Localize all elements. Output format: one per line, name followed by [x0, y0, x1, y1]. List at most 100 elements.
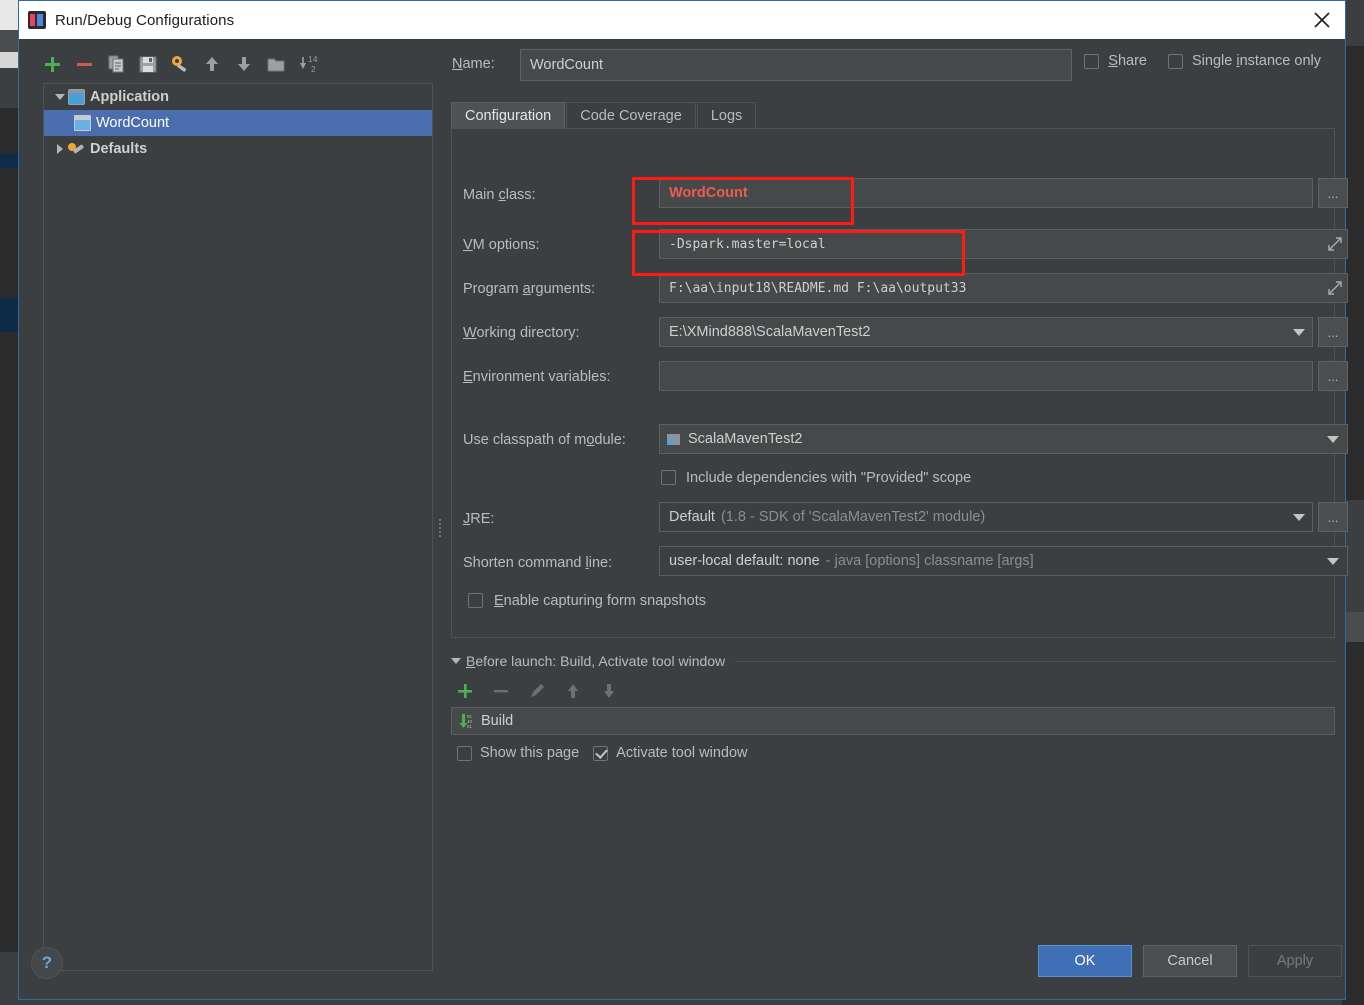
use-classpath-of-module-combo[interactable]: ScalaMavenTest2	[659, 424, 1348, 454]
before-launch-title: Before launch: Build, Activate tool wind…	[466, 653, 726, 669]
plus-icon[interactable]	[41, 53, 63, 75]
configurations-toolbar: 1 4 2	[41, 49, 331, 79]
save-icon[interactable]	[137, 53, 159, 75]
arrow-down-icon[interactable]	[233, 53, 255, 75]
activate-tool-window-label: Activate tool window	[616, 745, 748, 761]
section-divider	[735, 660, 1335, 662]
program-arguments-label: Program arguments:	[463, 281, 596, 297]
name-row: Name: WordCount Share Single instance on…	[449, 49, 1335, 81]
expand-icon[interactable]	[1321, 230, 1349, 258]
jre-value-hint: (1.8 - SDK of 'ScalaMavenTest2' module)	[720, 509, 986, 525]
cancel-button[interactable]: Cancel	[1143, 945, 1237, 977]
minus-icon	[491, 681, 513, 703]
program-arguments-input[interactable]: F:\aa\input18\README.md F:\aa\output33	[659, 273, 1348, 303]
use-classpath-of-module-value: ScalaMavenTest2	[688, 431, 803, 447]
dialog-title: Run/Debug Configurations	[55, 11, 235, 29]
main-class-browse-button[interactable]: ...	[1318, 178, 1348, 208]
tree-node-application[interactable]: Application	[44, 84, 432, 110]
chevron-down-icon[interactable]	[1321, 547, 1345, 575]
show-this-page-checkbox[interactable]	[457, 745, 472, 761]
main-class-label: Main class:	[463, 187, 536, 203]
folder-icon[interactable]	[265, 53, 287, 75]
chevron-down-icon[interactable]	[1321, 425, 1345, 453]
editor-tabs: Configuration Code Coverage Logs	[451, 101, 757, 129]
share-options: Share Single instance only	[1084, 53, 1333, 69]
before-launch-task-list[interactable]: 01 10 01 Build	[451, 707, 1335, 735]
tab-configuration[interactable]: Configuration	[451, 102, 566, 129]
vm-options-label: VM options:	[463, 237, 540, 253]
include-provided-scope-checkbox[interactable]	[661, 470, 676, 485]
before-launch-header[interactable]: Before launch: Build, Activate tool wind…	[451, 651, 1335, 671]
tree-node-label: WordCount	[96, 115, 170, 131]
dialog-footer: ? OK Cancel Apply	[19, 933, 1345, 999]
triangle-down-icon[interactable]	[451, 658, 461, 664]
tab-logs[interactable]: Logs	[696, 102, 757, 129]
working-directory-browse-button[interactable]: ...	[1318, 317, 1348, 347]
configurations-tree[interactable]: Application WordCount Defaults	[43, 83, 433, 971]
close-icon[interactable]	[1299, 1, 1345, 39]
environment-variables-label: Environment variables:	[463, 369, 611, 385]
help-button[interactable]: ?	[31, 947, 63, 979]
triangle-right-icon[interactable]	[52, 141, 68, 157]
svg-text:01: 01	[467, 724, 473, 729]
apply-button: Apply	[1248, 945, 1342, 977]
tab-code-coverage[interactable]: Code Coverage	[566, 102, 696, 129]
sort-az-icon[interactable]: 1 4 2	[297, 53, 319, 75]
intellij-idea-icon	[28, 11, 46, 29]
share-checkbox[interactable]	[1084, 53, 1100, 69]
arrow-up-icon	[563, 681, 585, 703]
environment-variables-input[interactable]	[659, 361, 1313, 391]
jre-label: JRE:	[463, 511, 495, 527]
working-directory-label: Working directory:	[463, 325, 580, 341]
tree-node-defaults[interactable]: Defaults	[44, 136, 432, 162]
tree-node-label: Application	[90, 89, 169, 105]
wrench-icon[interactable]	[169, 53, 191, 75]
enable-form-snapshots-checkbox[interactable]	[468, 593, 483, 608]
triangle-down-icon[interactable]	[52, 89, 68, 105]
single-instance-checkbox[interactable]	[1168, 53, 1183, 69]
include-provided-scope-label: Include dependencies with "Provided" sco…	[686, 470, 972, 486]
show-this-page-label: Show this page	[480, 745, 580, 761]
shorten-command-line-value: user-local default: none	[669, 553, 820, 569]
arrow-down-icon	[599, 681, 621, 703]
dialog-titlebar: Run/Debug Configurations	[19, 1, 1345, 39]
chevron-down-icon[interactable]	[1287, 503, 1311, 531]
environment-variables-browse-button[interactable]: ...	[1318, 361, 1348, 391]
chevron-down-icon[interactable]	[1287, 318, 1311, 346]
plus-icon[interactable]	[455, 681, 477, 703]
before-launch-options: Show this page Activate tool window	[457, 745, 760, 761]
tree-node-wordcount[interactable]: WordCount	[44, 110, 432, 136]
jre-combo[interactable]: Default (1.8 - SDK of 'ScalaMavenTest2' …	[659, 502, 1313, 532]
run-config-icon	[74, 115, 91, 131]
before-launch-toolbar	[455, 679, 621, 705]
minus-icon[interactable]	[73, 53, 95, 75]
configuration-editor-pane: Name: WordCount Share Single instance on…	[443, 39, 1348, 999]
application-icon	[68, 89, 85, 105]
name-input[interactable]: WordCount	[520, 49, 1072, 81]
activate-tool-window-checkbox[interactable]	[593, 745, 609, 761]
arrow-up-icon[interactable]	[201, 53, 223, 75]
vm-options-input[interactable]: -Dspark.master=local	[659, 229, 1348, 259]
build-compile-icon: 01 10 01	[458, 712, 474, 730]
module-icon	[666, 432, 682, 447]
shorten-command-line-combo[interactable]: user-local default: none - java [options…	[659, 546, 1348, 576]
configuration-tab-panel: Main class: WordCount ... VM options: -D…	[451, 128, 1348, 638]
share-label: Share	[1108, 53, 1147, 69]
jre-value: Default	[669, 509, 715, 525]
shorten-command-line-hint: - java [options] classname [args]	[825, 553, 1034, 569]
pencil-icon	[527, 681, 549, 703]
dialog-body: 1 4 2 Application WordCount Defaults Nam…	[19, 39, 1348, 999]
ok-button[interactable]: OK	[1038, 945, 1132, 977]
jre-browse-button[interactable]: ...	[1318, 502, 1348, 532]
copy-icon[interactable]	[105, 53, 127, 75]
svg-text:4: 4	[313, 55, 318, 64]
defaults-wrench-icon	[68, 141, 85, 157]
working-directory-input[interactable]: E:\XMind888\ScalaMavenTest2	[659, 317, 1313, 347]
run-debug-configurations-dialog: Run/Debug Configurations 1 4 2 Applicati…	[18, 0, 1348, 1000]
main-class-input[interactable]: WordCount	[659, 178, 1313, 208]
enable-form-snapshots-label: Enable capturing form snapshots	[494, 593, 706, 609]
before-launch-task-label: Build	[481, 713, 514, 729]
tree-node-label: Defaults	[90, 141, 148, 157]
expand-icon[interactable]	[1321, 274, 1349, 302]
single-instance-label: Single instance only	[1192, 53, 1321, 69]
